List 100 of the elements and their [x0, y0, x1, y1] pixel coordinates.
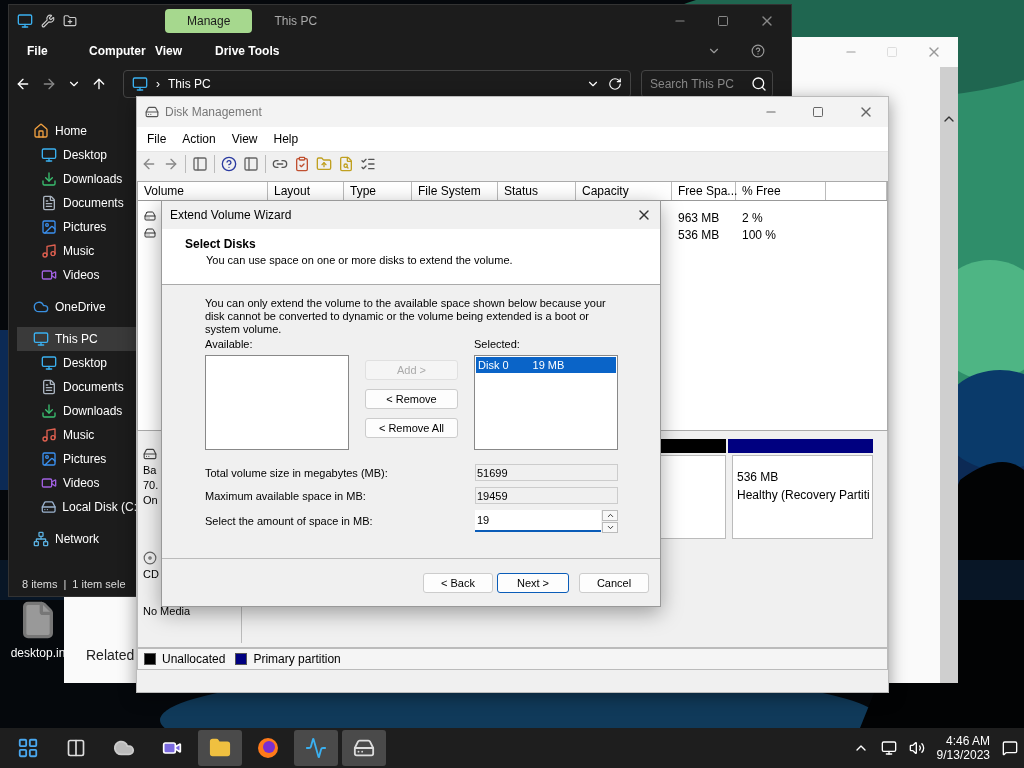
picture-icon: [41, 219, 57, 235]
video-icon: [41, 475, 57, 491]
checklist-icon[interactable]: [294, 156, 310, 173]
refresh-icon[interactable]: [608, 77, 622, 91]
home-icon: [33, 123, 49, 139]
speaker-icon[interactable]: [908, 740, 925, 756]
spin-down-button[interactable]: [602, 522, 618, 533]
search-icon[interactable]: [751, 76, 767, 92]
hard-drive-icon: [145, 104, 159, 119]
monitor-icon: [41, 355, 57, 371]
nav-item[interactable]: Videos: [9, 263, 137, 287]
nav-item[interactable]: Videos: [9, 471, 137, 495]
nav-item[interactable]: Desktop: [9, 143, 137, 167]
spin-up-button[interactable]: [602, 510, 618, 521]
table-cell-text: 963 MB: [677, 210, 721, 225]
download-icon: [41, 403, 57, 419]
status-separator: |: [63, 578, 67, 590]
panel-icon[interactable]: [243, 156, 259, 173]
column-header[interactable]: % Free: [736, 182, 826, 201]
volume-icon: [144, 227, 156, 240]
disc-icon: [143, 551, 157, 566]
field-label: Select the amount of space in MB:: [205, 515, 373, 527]
nav-item[interactable]: Local Disk (C:: [9, 495, 137, 519]
available-list[interactable]: [205, 355, 349, 450]
back-icon[interactable]: [15, 76, 31, 92]
taskbar-button[interactable]: [342, 730, 386, 766]
selected-list[interactable]: Disk 0 19 MB: [474, 355, 618, 450]
move-button[interactable]: < Remove: [365, 389, 458, 409]
heartbeat-icon: [305, 737, 327, 759]
caret-up-icon: [605, 511, 615, 520]
field-label: Maximum available space in MB:: [205, 489, 366, 502]
wizard-subheading: You can use space on one or more disks to extend the volume.: [205, 254, 514, 266]
window-title: Disk Management: [165, 104, 262, 119]
hard-drive-icon: [41, 499, 57, 515]
info-text: You can only extend the volume to the available space shown below because your disk cannot be converted to dynamic or the volume being extended is a boot or system volume.: [205, 297, 607, 336]
clock[interactable]: 4:46 AM 9/13/2023: [936, 734, 990, 762]
menu-item[interactable]: View: [155, 44, 215, 58]
forward-icon[interactable]: [41, 76, 57, 92]
nav-item[interactable]: This PC: [17, 327, 137, 351]
nav-item[interactable]: Documents: [9, 191, 137, 215]
breadcrumb[interactable]: This PC: [168, 77, 211, 91]
help-icon[interactable]: [221, 156, 237, 173]
menu-item[interactable]: Computer: [89, 44, 155, 58]
maximize-icon[interactable]: [717, 15, 729, 27]
menu-item[interactable]: Help: [273, 131, 299, 146]
nav-item[interactable]: Documents: [9, 375, 137, 399]
readonly-field[interactable]: 51699: [475, 464, 618, 481]
nav-item[interactable]: Music: [9, 423, 137, 447]
list-item[interactable]: Disk 0 19 MB: [476, 357, 616, 373]
nav-item[interactable]: Network: [9, 527, 137, 551]
move-button[interactable]: < Remove All: [365, 418, 458, 438]
partition-info: 536 MB: [737, 470, 780, 485]
disk-info: Ba: [143, 464, 157, 477]
search-field[interactable]: Search This PC: [641, 70, 773, 98]
nav-item[interactable]: Downloads: [9, 399, 137, 423]
document-icon: [41, 195, 57, 211]
breadcrumb-separator: ›: [156, 77, 160, 91]
folder-icon: [209, 737, 231, 759]
help-icon[interactable]: [751, 44, 765, 58]
dialog-button[interactable]: Next >: [497, 572, 569, 593]
nav-item[interactable]: Music: [9, 239, 137, 263]
cloud-icon: [33, 299, 49, 315]
nav-item[interactable]: Pictures: [9, 215, 137, 239]
menu-item[interactable]: File: [27, 44, 89, 58]
video-icon: [41, 267, 57, 283]
amount-field[interactable]: 19: [475, 510, 601, 532]
dialog-button[interactable]: Cancel: [579, 572, 649, 593]
ribbon-tab[interactable]: Manage: [165, 9, 253, 33]
dialog-button[interactable]: < Back: [423, 572, 493, 593]
music-note-icon: [41, 243, 57, 259]
readonly-field[interactable]: 19459: [475, 487, 618, 504]
document-icon: [41, 379, 57, 395]
notification-icon[interactable]: [1002, 740, 1018, 756]
partition-body[interactable]: 536 MB Healthy (Recovery Partiti: [732, 455, 873, 540]
nav-item[interactable]: Pictures: [9, 447, 137, 471]
scrollbar[interactable]: [940, 67, 958, 683]
column-header[interactable]: Free Spa...: [672, 182, 736, 201]
table-cell-text: 100 %: [741, 227, 778, 242]
nav-item[interactable]: Desktop: [9, 351, 137, 375]
table-cell-text: 2 %: [741, 210, 764, 225]
up-icon[interactable]: [91, 76, 107, 92]
nav-item[interactable]: OneDrive: [9, 295, 137, 319]
volume-icon: [144, 210, 156, 223]
desktop-icon-label[interactable]: desktop.in: [10, 646, 66, 660]
music-note-icon: [41, 427, 57, 443]
menu-item[interactable]: File: [147, 131, 167, 146]
menu-item[interactable]: Action: [182, 131, 216, 146]
menu-item[interactable]: View: [231, 131, 258, 146]
download-icon: [41, 171, 57, 187]
monitor-icon: [132, 76, 148, 92]
browser-icon: [257, 737, 279, 759]
maximize-icon[interactable]: [812, 105, 824, 118]
nav-item[interactable]: Downloads: [9, 167, 137, 191]
list-label: Available:: [205, 338, 254, 350]
panel-icon[interactable]: [192, 156, 208, 173]
new-folder-icon[interactable]: [63, 14, 77, 28]
menu-item[interactable]: Drive Tools: [215, 44, 305, 58]
list-label: Selected:: [474, 338, 521, 350]
nav-item[interactable]: Home: [9, 119, 137, 143]
wrench-icon[interactable]: [41, 14, 55, 28]
